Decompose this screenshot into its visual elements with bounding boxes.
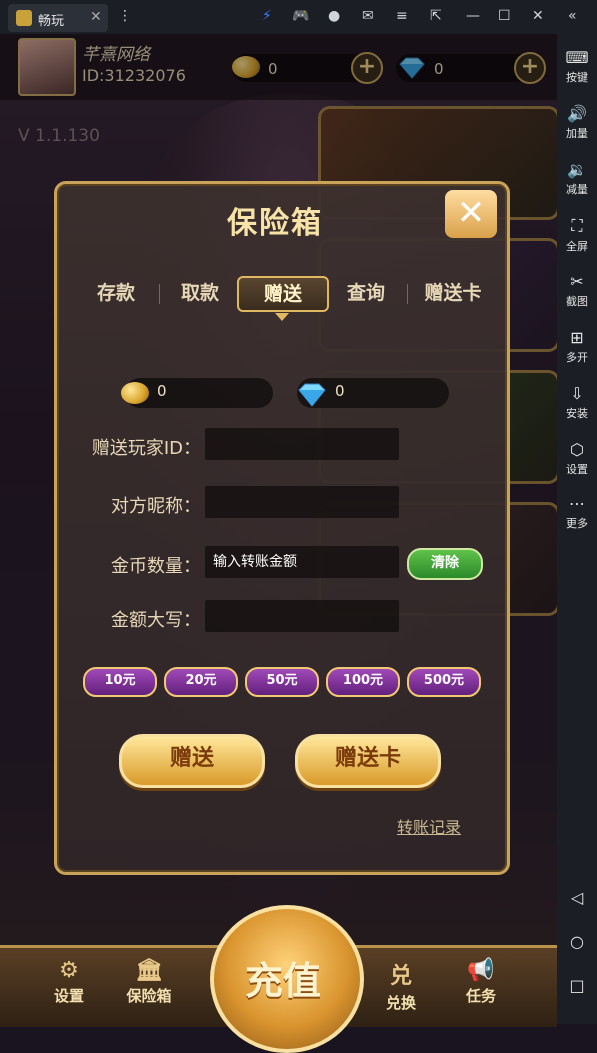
tab-divider [407, 284, 408, 304]
player-id-input[interactable] [205, 428, 399, 460]
collapse-icon[interactable]: « [568, 8, 577, 24]
popout-icon[interactable]: ⇱ [430, 8, 442, 24]
gamepad-icon[interactable]: 🎮 [292, 8, 309, 24]
keyboard-icon: ⌨ [565, 48, 589, 67]
kebab-menu-icon[interactable]: ⋮ [118, 8, 132, 24]
sidebar-item-multi[interactable]: ⊞ 多开 [557, 328, 597, 365]
settings-icon: ⬡ [570, 440, 584, 459]
sidebar-item-label: 截图 [566, 295, 588, 308]
lightning-icon[interactable]: ⚡ [262, 8, 272, 24]
nav-safe[interactable]: 🏛 保险箱 [114, 958, 184, 1006]
recharge-label: 充值 [244, 959, 321, 1003]
minimize-icon[interactable]: — [466, 8, 480, 24]
tab-gift-card[interactable]: 赠送卡 [413, 276, 493, 310]
sidebar-item-more[interactable]: ⋯ 更多 [557, 494, 597, 531]
tab-divider [159, 284, 160, 304]
nickname-label: 对方昵称： [111, 496, 201, 517]
nickname-field [205, 486, 399, 518]
amount-500-button[interactable]: 500元 [407, 667, 481, 697]
app-tab[interactable]: 畅玩 ✕ [8, 4, 108, 32]
gift-button[interactable]: 赠送 [119, 734, 265, 788]
home-icon[interactable]: ○ [557, 932, 597, 951]
gold-coin-icon [121, 382, 149, 404]
nav-tasks-label: 任务 [465, 987, 496, 1005]
bank-icon: 🏛 [135, 958, 163, 983]
amount-20-button[interactable]: 20元 [164, 667, 238, 697]
nav-safe-label: 保险箱 [126, 987, 172, 1005]
volume-up-icon: 🔊 [567, 104, 587, 123]
sidebar-item-label: 设置 [566, 463, 588, 476]
sidebar-item-fullscreen[interactable]: ⛶ 全屏 [557, 216, 597, 254]
amount-10-button[interactable]: 10元 [83, 667, 157, 697]
more-icon: ⋯ [569, 494, 585, 513]
sidebar-item-keys[interactable]: ⌨ 按键 [557, 48, 597, 85]
close-dialog-button[interactable]: ✕ [445, 190, 497, 238]
sidebar-item-label: 加量 [566, 127, 588, 140]
tab-deposit[interactable]: 存款 [83, 276, 149, 310]
player-id-label: 赠送玩家ID： [91, 438, 201, 459]
nav-redeem-label: 兑换 [385, 994, 416, 1012]
mail-icon[interactable]: ✉ [362, 8, 374, 24]
back-icon[interactable]: ◁ [557, 888, 597, 907]
multi-instance-icon: ⊞ [570, 328, 584, 347]
user-icon[interactable]: ● [328, 8, 340, 24]
sidebar-item-label: 安装 [566, 407, 588, 420]
sidebar-item-volume-down[interactable]: 🔉 减量 [557, 160, 597, 197]
safe-dialog: 保险箱 ✕ 存款 取款 赠送 查询 赠送卡 0 0 赠送玩家ID： 对方昵称： … [54, 181, 510, 875]
safe-tabs: 存款 取款 赠送 查询 赠送卡 [83, 276, 493, 312]
volume-down-icon: 🔉 [567, 160, 587, 179]
fullscreen-icon: ⛶ [571, 216, 583, 235]
dialog-title: 保险箱 [227, 206, 323, 241]
emulator-sidebar: ⌨ 按键 🔊 加量 🔉 减量 ⛶ 全屏 ✂ 截图 ⊞ 多开 ⇩ 安装 ⬡ 设置 … [557, 34, 597, 1024]
redeem-icon: 兑 [389, 964, 412, 989]
tab-close-icon[interactable]: ✕ [90, 9, 102, 25]
nav-redeem[interactable]: 兑 兑换 [366, 958, 436, 1013]
scissors-icon: ✂ [570, 272, 584, 291]
sidebar-item-label: 全屏 [566, 240, 588, 253]
diamond-icon [298, 383, 326, 407]
sidebar-item-label: 减量 [566, 183, 588, 196]
transfer-record-link[interactable]: 转账记录 [397, 814, 461, 838]
amount-100-button[interactable]: 100元 [326, 667, 400, 697]
app-tab-title: 畅玩 [38, 14, 65, 29]
amount-input[interactable]: 输入转账金额 [205, 546, 399, 578]
amount-label: 金币数量： [111, 556, 201, 577]
megaphone-icon: 📢 [467, 958, 495, 983]
maximize-icon[interactable]: ☐ [498, 8, 511, 24]
recent-apps-icon[interactable]: □ [557, 976, 597, 995]
nav-settings[interactable]: ⚙ 设置 [34, 958, 104, 1006]
menu-icon[interactable]: ≡ [396, 8, 408, 24]
clear-button[interactable]: 清除 [407, 548, 483, 580]
active-tab-pointer [275, 313, 289, 321]
uppercase-amount-label: 金额大写： [111, 610, 201, 631]
sidebar-item-label: 按键 [566, 71, 588, 84]
amount-50-button[interactable]: 50元 [245, 667, 319, 697]
gear-icon: ⚙ [59, 958, 79, 983]
sidebar-item-install[interactable]: ⇩ 安装 [557, 384, 597, 421]
sidebar-item-screenshot[interactable]: ✂ 截图 [557, 272, 597, 309]
gold-balance: 0 [157, 382, 167, 400]
apk-install-icon: ⇩ [570, 384, 584, 403]
diamond-balance: 0 [335, 382, 345, 400]
app-icon [16, 10, 32, 26]
close-icon[interactable]: ✕ [532, 8, 544, 24]
emulator-titlebar: 畅玩 ✕ ⋮ ⚡ 🎮 ● ✉ ≡ ⇱ — ☐ ✕ « [0, 0, 597, 34]
gift-card-button[interactable]: 赠送卡 [295, 734, 441, 788]
sidebar-item-settings[interactable]: ⬡ 设置 [557, 440, 597, 477]
sidebar-item-label: 更多 [566, 517, 588, 530]
tab-withdraw[interactable]: 取款 [167, 276, 233, 310]
uppercase-amount-field [205, 600, 399, 632]
nav-tasks[interactable]: 📢 任务 [446, 958, 516, 1006]
tab-query[interactable]: 查询 [333, 276, 399, 310]
tab-gift[interactable]: 赠送 [237, 276, 329, 312]
sidebar-item-volume-up[interactable]: 🔊 加量 [557, 104, 597, 141]
nav-settings-label: 设置 [53, 987, 84, 1005]
sidebar-item-label: 多开 [566, 351, 588, 364]
